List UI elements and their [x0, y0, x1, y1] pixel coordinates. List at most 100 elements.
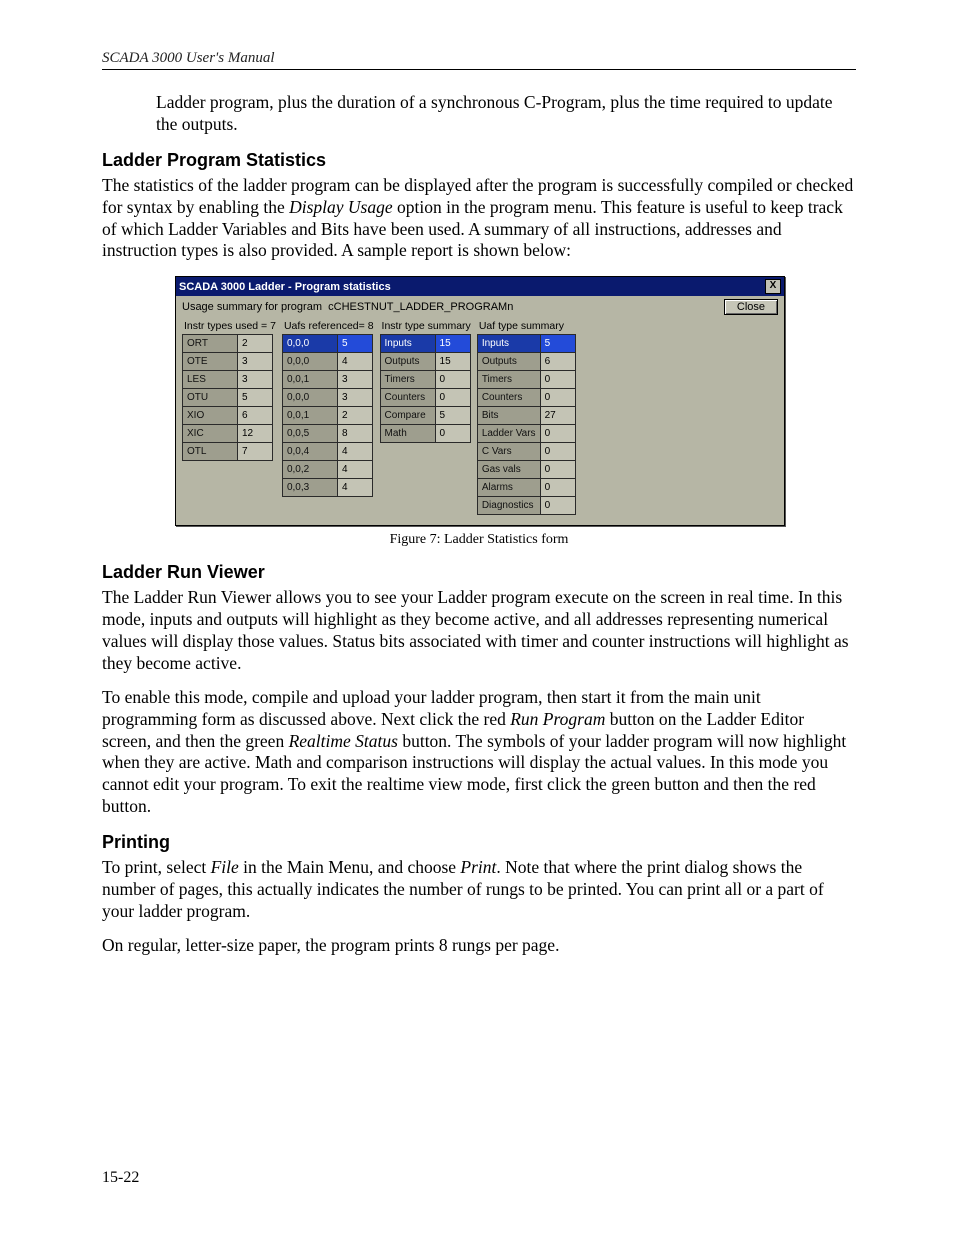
table-row: Counters0 [477, 389, 575, 407]
table-row: Outputs6 [477, 353, 575, 371]
table-row: C Vars0 [477, 443, 575, 461]
close-button[interactable]: Close [724, 299, 778, 315]
row-value: 5 [435, 407, 470, 425]
table-row: OTU5 [183, 389, 273, 407]
runviewer-p2: To enable this mode, compile and upload … [102, 687, 856, 818]
table-row: OTE3 [183, 353, 273, 371]
row-value: 0 [540, 479, 575, 497]
instr-summary-table: Inputs15Outputs15Timers0Counters0Compare… [380, 334, 471, 443]
table-row: 0,0,04 [282, 353, 372, 371]
row-label: Outputs [380, 353, 435, 371]
row-label: OTL [183, 443, 238, 461]
row-value: 0 [540, 443, 575, 461]
row-label: OTU [183, 389, 238, 407]
row-label: 0,0,1 [282, 371, 337, 389]
page-number: 15-22 [102, 1169, 139, 1187]
table-row: XIC12 [183, 425, 273, 443]
running-header: SCADA 3000 User's Manual [102, 50, 856, 70]
heading-printing: Printing [102, 832, 856, 853]
row-label: Compare [380, 407, 435, 425]
statistics-window: SCADA 3000 Ladder - Program statistics X… [175, 276, 785, 526]
row-value: 5 [540, 335, 575, 353]
heading-ladder-stats: Ladder Program Statistics [102, 150, 856, 171]
row-label: 0,0,1 [282, 407, 337, 425]
intro-paragraph: Ladder program, plus the duration of a s… [156, 92, 856, 136]
row-label: Timers [380, 371, 435, 389]
row-value: 15 [435, 353, 470, 371]
table-row: Outputs15 [380, 353, 470, 371]
row-label: 0,0,5 [282, 425, 337, 443]
row-value: 3 [238, 371, 273, 389]
pr-text-a: To print, select [102, 857, 211, 877]
table-row: Counters0 [380, 389, 470, 407]
table-row: Alarms0 [477, 479, 575, 497]
row-value: 3 [238, 353, 273, 371]
row-value: 4 [337, 353, 372, 371]
close-icon[interactable]: X [765, 279, 781, 294]
file-term: File [211, 857, 239, 877]
row-value: 0 [540, 461, 575, 479]
row-label: XIO [183, 407, 238, 425]
runviewer-p1: The Ladder Run Viewer allows you to see … [102, 587, 856, 675]
row-label: Bits [477, 407, 540, 425]
window-title: SCADA 3000 Ladder - Program statistics [179, 281, 391, 293]
table-row: LES3 [183, 371, 273, 389]
table-row: Gas vals0 [477, 461, 575, 479]
print-term: Print [460, 857, 496, 877]
table-row: 0,0,24 [282, 461, 372, 479]
row-value: 12 [238, 425, 273, 443]
table-row: Timers0 [380, 371, 470, 389]
row-value: 4 [337, 443, 372, 461]
instr-types-table: ORT2OTE3LES3OTU5XIO6XIC12OTL7 [182, 334, 273, 461]
row-value: 5 [238, 389, 273, 407]
row-value: 6 [238, 407, 273, 425]
row-label: 0,0,0 [282, 389, 337, 407]
table-row: Compare5 [380, 407, 470, 425]
table-row: 0,0,44 [282, 443, 372, 461]
row-label: Math [380, 425, 435, 443]
row-value: 0 [435, 389, 470, 407]
table-row: Inputs5 [477, 335, 575, 353]
row-label: 0,0,0 [282, 335, 337, 353]
col3-heading: Instr type summary [382, 320, 471, 332]
table-row: 0,0,05 [282, 335, 372, 353]
row-value: 2 [238, 335, 273, 353]
row-value: 0 [540, 371, 575, 389]
table-row: Inputs15 [380, 335, 470, 353]
window-titlebar: SCADA 3000 Ladder - Program statistics X [176, 277, 784, 296]
table-row: XIO6 [183, 407, 273, 425]
table-row: Ladder Vars0 [477, 425, 575, 443]
row-label: 0,0,3 [282, 479, 337, 497]
stats-paragraph: The statistics of the ladder program can… [102, 175, 856, 263]
table-row: Bits27 [477, 407, 575, 425]
row-value: 0 [540, 497, 575, 515]
row-label: Alarms [477, 479, 540, 497]
row-value: 6 [540, 353, 575, 371]
row-label: ORT [183, 335, 238, 353]
table-row: 0,0,58 [282, 425, 372, 443]
row-label: Counters [380, 389, 435, 407]
realtime-status-term: Realtime Status [289, 731, 398, 751]
row-value: 7 [238, 443, 273, 461]
row-value: 3 [337, 389, 372, 407]
table-row: OTL7 [183, 443, 273, 461]
row-value: 0 [540, 389, 575, 407]
row-label: Inputs [477, 335, 540, 353]
row-label: C Vars [477, 443, 540, 461]
summary-header-row: Usage summary for program cCHESTNUT_LADD… [176, 296, 784, 316]
row-label: Counters [477, 389, 540, 407]
row-label: Outputs [477, 353, 540, 371]
row-label: XIC [183, 425, 238, 443]
row-value: 4 [337, 461, 372, 479]
row-label: Gas vals [477, 461, 540, 479]
row-label: 0,0,4 [282, 443, 337, 461]
figure-caption: Figure 7: Ladder Statistics form [102, 532, 856, 548]
heading-run-viewer: Ladder Run Viewer [102, 562, 856, 583]
row-value: 0 [540, 425, 575, 443]
table-row: 0,0,03 [282, 389, 372, 407]
uaf-summary-table: Inputs5Outputs6Timers0Counters0Bits27Lad… [477, 334, 576, 515]
summary-label: Usage summary for program [182, 301, 322, 313]
table-row: ORT2 [183, 335, 273, 353]
row-value: 8 [337, 425, 372, 443]
pr-text-b: in the Main Menu, and choose [239, 857, 461, 877]
